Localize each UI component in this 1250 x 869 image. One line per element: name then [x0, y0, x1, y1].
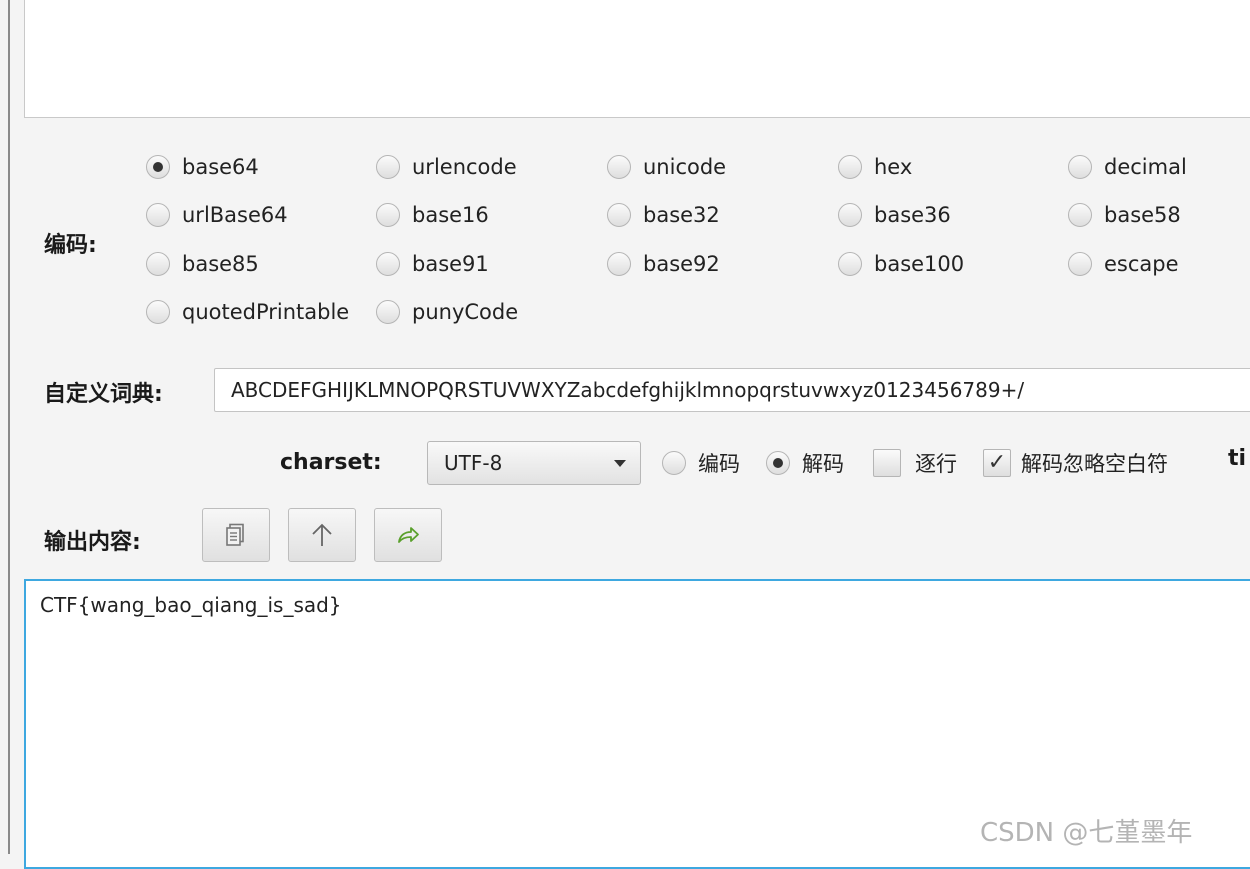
- dictionary-label: 自定义词典:: [44, 382, 163, 407]
- radio-indicator[interactable]: [146, 203, 170, 227]
- radio-label: 编码: [698, 452, 740, 476]
- radio-indicator[interactable]: [838, 155, 862, 179]
- radio-escape[interactable]: escape: [1068, 250, 1179, 278]
- radio-indicator[interactable]: [607, 203, 631, 227]
- radio-label: base36: [874, 203, 951, 227]
- radio-decimal[interactable]: decimal: [1068, 153, 1187, 181]
- radio-label: base100: [874, 252, 965, 276]
- radio-label: base32: [643, 203, 720, 227]
- radio-label: decimal: [1104, 155, 1187, 179]
- radio-label: base58: [1104, 203, 1181, 227]
- radio-quotedprintable[interactable]: quotedPrintable: [146, 298, 349, 326]
- radio-label: unicode: [643, 155, 727, 179]
- radio-indicator[interactable]: [376, 252, 400, 276]
- radio-base85[interactable]: base85: [146, 250, 259, 278]
- radio-mode-decode[interactable]: 解码: [766, 449, 844, 477]
- checkbox-label: 逐行: [915, 452, 957, 476]
- radio-indicator[interactable]: [838, 203, 862, 227]
- radio-label: base85: [182, 252, 259, 276]
- charset-label: charset:: [280, 450, 382, 475]
- radio-indicator[interactable]: [146, 252, 170, 276]
- radio-base58[interactable]: base58: [1068, 201, 1181, 229]
- output-text: CTF{wang_bao_qiang_is_sad}: [40, 593, 342, 617]
- radio-label: quotedPrintable: [182, 300, 350, 324]
- radio-indicator[interactable]: [607, 155, 631, 179]
- radio-label: base64: [182, 155, 259, 179]
- radio-label: base91: [412, 252, 489, 276]
- checkmark-icon[interactable]: ✓: [983, 449, 1011, 477]
- radio-urlbase64[interactable]: urlBase64: [146, 201, 288, 229]
- radio-indicator[interactable]: [1068, 203, 1092, 227]
- radio-label: hex: [874, 155, 913, 179]
- radio-base32[interactable]: base32: [607, 201, 720, 229]
- radio-indicator[interactable]: [146, 155, 170, 179]
- radio-base64[interactable]: base64: [146, 153, 259, 181]
- radio-base91[interactable]: base91: [376, 250, 489, 278]
- radio-label: base16: [412, 203, 489, 227]
- radio-label: punyCode: [412, 300, 519, 324]
- share-arrow-icon: [398, 527, 419, 543]
- input-textarea[interactable]: [24, 0, 1250, 118]
- radio-base92[interactable]: base92: [607, 250, 720, 278]
- radio-label: urlencode: [412, 155, 517, 179]
- charset-select[interactable]: UTF-8: [427, 441, 641, 485]
- arrow-up-icon: [312, 523, 332, 546]
- chevron-down-icon: [614, 460, 626, 467]
- radio-punycode[interactable]: punyCode: [376, 298, 518, 326]
- move-up-button[interactable]: [288, 508, 356, 562]
- output-label: 输出内容:: [44, 530, 141, 555]
- checkbox-ignore-whitespace[interactable]: ✓ 解码忽略空白符: [983, 449, 1168, 477]
- radio-base36[interactable]: base36: [838, 201, 951, 229]
- forward-button[interactable]: [374, 508, 442, 562]
- copy-button[interactable]: [202, 508, 270, 562]
- radio-base100[interactable]: base100: [838, 250, 964, 278]
- window-left-border: [8, 0, 10, 854]
- watermark: CSDN @七堇墨年: [980, 818, 1193, 848]
- checkbox-line-by-line[interactable]: 逐行: [873, 449, 957, 477]
- radio-indicator[interactable]: [766, 451, 790, 475]
- radio-indicator[interactable]: [376, 155, 400, 179]
- radio-label: urlBase64: [182, 203, 288, 227]
- radio-urlencode[interactable]: urlencode: [376, 153, 517, 181]
- radio-label: escape: [1104, 252, 1179, 276]
- radio-base16[interactable]: base16: [376, 201, 489, 229]
- radio-label: base92: [643, 252, 720, 276]
- radio-label: 解码: [802, 452, 844, 476]
- copy-icon: [226, 523, 244, 546]
- radio-indicator[interactable]: [146, 300, 170, 324]
- charset-selected-value: UTF-8: [444, 451, 503, 475]
- radio-indicator[interactable]: [838, 252, 862, 276]
- radio-indicator[interactable]: [662, 451, 686, 475]
- radio-mode-encode[interactable]: 编码: [662, 449, 740, 477]
- radio-hex[interactable]: hex: [838, 153, 912, 181]
- radio-indicator[interactable]: [376, 203, 400, 227]
- radio-indicator[interactable]: [1068, 252, 1092, 276]
- radio-indicator[interactable]: [1068, 155, 1092, 179]
- truncated-label: ti: [1228, 446, 1247, 471]
- radio-indicator[interactable]: [607, 252, 631, 276]
- checkbox-indicator[interactable]: [873, 449, 901, 477]
- radio-indicator[interactable]: [376, 300, 400, 324]
- encoding-label: 编码:: [44, 233, 97, 258]
- radio-unicode[interactable]: unicode: [607, 153, 726, 181]
- checkbox-label: 解码忽略空白符: [1021, 452, 1168, 476]
- dictionary-input[interactable]: ABCDEFGHIJKLMNOPQRSTUVWXYZabcdefghijklmn…: [214, 368, 1250, 412]
